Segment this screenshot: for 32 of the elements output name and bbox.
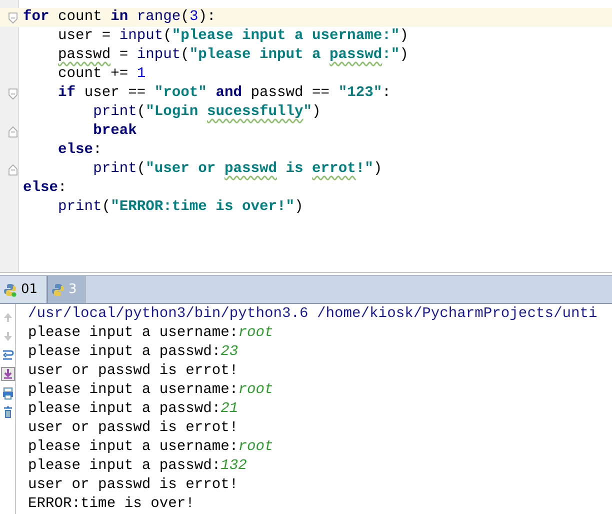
fold-marker-icon[interactable] bbox=[8, 12, 18, 24]
soft-wrap-icon[interactable] bbox=[0, 348, 14, 362]
fold-marker-icon[interactable] bbox=[8, 126, 18, 138]
console-line: /usr/local/python3/bin/python3.6 /home/kiosk/PycharmProjects/unti bbox=[28, 305, 598, 324]
code-line: passwd = input("please input a passwd:") bbox=[57, 46, 410, 65]
console-line: user or passwd is errot! bbox=[28, 419, 240, 438]
code-line: for count in range(3): bbox=[22, 8, 217, 27]
code-line: else: bbox=[57, 141, 103, 160]
code-line: break bbox=[92, 122, 138, 141]
code-line: print("user or passwd is errot!") bbox=[92, 160, 384, 179]
console-line: please input a username:root bbox=[28, 438, 274, 457]
console-line: please input a passwd:21 bbox=[28, 400, 240, 419]
scroll-to-end-icon[interactable] bbox=[0, 367, 14, 381]
console-line: user or passwd is errot! bbox=[28, 362, 240, 381]
fold-marker-icon[interactable] bbox=[8, 88, 18, 100]
console-line: please input a username:root bbox=[28, 324, 274, 343]
run-tab[interactable]: 01 bbox=[0, 276, 47, 303]
fold-marker-icon[interactable] bbox=[8, 164, 18, 176]
code-line: user = input("please input a username:") bbox=[57, 27, 410, 46]
code-line: count += 1 bbox=[57, 65, 147, 84]
console-line: please input a passwd:132 bbox=[28, 457, 248, 476]
code-line: if user == "root" and passwd == "123": bbox=[57, 84, 392, 103]
console-line: please input a username:root bbox=[28, 381, 274, 400]
console-line: please input a passwd:23 bbox=[28, 343, 240, 362]
code-line: print("ERROR:time is over!") bbox=[57, 198, 304, 217]
code-line: else: bbox=[22, 179, 68, 198]
console-line: user or passwd is errot! bbox=[28, 476, 240, 495]
python-icon bbox=[3, 282, 17, 296]
console-line: ERROR:time is over! bbox=[28, 495, 196, 514]
code-line: print("Login sucessfully") bbox=[92, 103, 322, 122]
print-icon[interactable] bbox=[0, 386, 14, 400]
python-icon bbox=[50, 282, 65, 296]
